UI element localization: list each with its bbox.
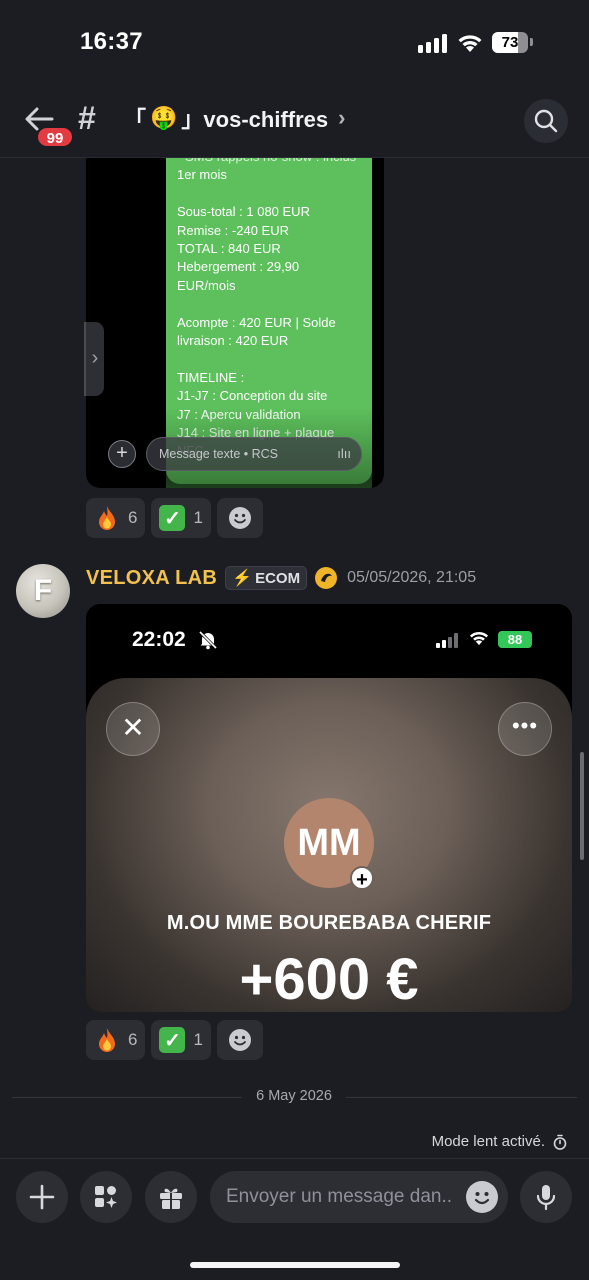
microphone-icon	[536, 1185, 556, 1211]
plus-icon: +	[108, 440, 136, 468]
reactions-bar: 6 ✓ 1	[86, 1020, 263, 1060]
screenshot-time: 22:02	[132, 628, 186, 651]
search-button[interactable]	[524, 99, 568, 143]
payer-name: M.OU MME BOUREBABA CHERIF	[166, 912, 492, 934]
role-tag[interactable]: ⚡ ECOM	[225, 566, 308, 590]
role-label: ECOM	[255, 569, 301, 587]
message-image-attachment[interactable]: 22:02 88 ✕ ••• MM + M.OU MME BOUREBABA C…	[86, 604, 572, 1012]
cellular-signal-icon	[418, 33, 448, 53]
reactions-bar: 6 ✓ 1	[86, 498, 263, 538]
reaction-count: 6	[128, 1030, 138, 1049]
screenshot-text-line: TOTAL : 840 EUR	[177, 241, 281, 257]
add-contact-icon: +	[350, 866, 374, 891]
apps-icon	[95, 1186, 117, 1208]
channel-prefix: 「	[124, 107, 147, 132]
server-booster-icon	[315, 567, 338, 589]
check-mark-emoji-icon: ✓	[159, 505, 186, 531]
expand-side-tab[interactable]: ›	[86, 322, 104, 396]
screenshot-signal-icon	[436, 633, 458, 648]
user-avatar[interactable]: F	[16, 564, 70, 618]
voice-message-button[interactable]	[520, 1171, 572, 1223]
close-icon: ✕	[106, 702, 160, 756]
fire-emoji-icon	[94, 1027, 120, 1053]
message-image-attachment[interactable]: - SMS rappels no-show : inclus1er mois So…	[86, 158, 384, 488]
money-face-emoji-icon: 🤑	[150, 105, 178, 130]
fire-emoji-icon	[94, 505, 120, 531]
message-timestamp: 05/05/2026, 21:05	[347, 569, 477, 586]
screenshot-text-line: Acompte : 420 EUR | Solde	[177, 314, 336, 330]
attach-button[interactable]	[16, 1171, 68, 1223]
hash-icon: #	[78, 100, 96, 136]
screenshot-text-line	[177, 350, 361, 368]
screenshot-message-field: Message texte • RCS ılıı	[146, 437, 362, 471]
screenshot-text-line: J1-J7 : Conception du site	[177, 388, 328, 404]
lightning-icon: ⚡	[232, 570, 253, 587]
reaction-count: 6	[128, 508, 138, 527]
wifi-icon	[458, 35, 482, 52]
reaction-fire[interactable]: 6	[86, 498, 146, 538]
date-divider-label: 6 May 2026	[242, 1088, 346, 1104]
screenshot-text-line: Sous-total : 1 080 EUR	[177, 204, 310, 220]
battery-cap	[530, 38, 533, 46]
home-indicator	[190, 1262, 400, 1268]
author-name[interactable]: VELOXA LAB	[86, 567, 217, 590]
screenshot-wifi-icon	[469, 631, 489, 646]
battery-icon: 73	[492, 32, 528, 53]
bell-muted-icon	[198, 630, 218, 650]
payment-amount: +600 €	[239, 947, 419, 1012]
screenshot-text-line: TIMELINE :	[177, 369, 245, 385]
gift-icon	[160, 1188, 182, 1209]
apps-button[interactable]	[80, 1171, 132, 1223]
screenshot-text-line: - SMS rappels no-show : inclus	[177, 158, 361, 166]
channel-header: 99 # 「 🤑 」vos-chiffres ›	[0, 80, 589, 158]
status-bar: 16:37 73	[0, 0, 589, 80]
reaction-count: 1	[193, 1030, 203, 1049]
search-icon	[534, 109, 558, 133]
reaction-count: 1	[193, 508, 203, 527]
channel-name: 」vos-chiffres	[181, 107, 329, 132]
channel-title[interactable]: 「 🤑 」vos-chiffres ›	[124, 102, 345, 134]
message-input-placeholder: Envoyer un message dan..	[226, 1186, 453, 1207]
payment-panel: ✕ ••• MM + M.OU MME BOUREBABA CHERIF +60…	[86, 678, 572, 1012]
smiley-icon	[228, 507, 251, 529]
message-author-row: VELOXA LAB ⚡ ECOM 05/05/2026, 21:05	[86, 566, 476, 590]
screenshot-text-line: Hebergement : 29,90 EUR/mois	[177, 259, 300, 293]
unread-badge: 99	[36, 126, 74, 148]
scrollbar-thumb[interactable]	[580, 752, 584, 860]
screenshot-text-line	[177, 295, 361, 313]
slow-mode-label: Mode lent activé.	[431, 1133, 545, 1150]
reaction-check[interactable]: ✓ 1	[151, 498, 211, 538]
emoji-picker-button[interactable]	[466, 1181, 498, 1213]
status-time: 16:37	[80, 28, 143, 55]
add-reaction-button[interactable]	[216, 498, 263, 538]
stopwatch-icon	[553, 1134, 567, 1150]
screenshot-text-line: Remise : -240 EUR	[177, 222, 289, 238]
message-input[interactable]: Envoyer un message dan..	[210, 1171, 508, 1223]
reaction-check[interactable]: ✓ 1	[151, 1020, 211, 1060]
add-reaction-button[interactable]	[216, 1020, 263, 1060]
audio-wave-icon: ılıı	[337, 446, 351, 461]
screenshot-input-placeholder: Message texte • RCS	[159, 447, 279, 461]
date-divider: 6 May 2026	[12, 1086, 577, 1108]
check-mark-emoji-icon: ✓	[159, 1027, 186, 1053]
smiley-icon	[228, 1029, 251, 1051]
screenshot-text-line	[177, 185, 361, 203]
slow-mode-notice: Mode lent activé.	[432, 1133, 567, 1150]
more-options-icon: •••	[498, 702, 552, 756]
plus-icon	[29, 1184, 55, 1210]
screenshot-text-line: livraison : 420 EUR	[177, 333, 289, 349]
screenshot-text-line: 1er mois	[177, 167, 227, 183]
reaction-fire[interactable]: 6	[86, 1020, 146, 1060]
battery-percent: 73	[501, 34, 519, 51]
chevron-right-icon: ›	[338, 105, 346, 130]
smiley-icon	[474, 1192, 490, 1205]
screenshot-battery: 88	[498, 631, 532, 648]
gift-button[interactable]	[145, 1171, 197, 1223]
message-list[interactable]: - SMS rappels no-show : inclus1er mois So…	[0, 158, 589, 1158]
